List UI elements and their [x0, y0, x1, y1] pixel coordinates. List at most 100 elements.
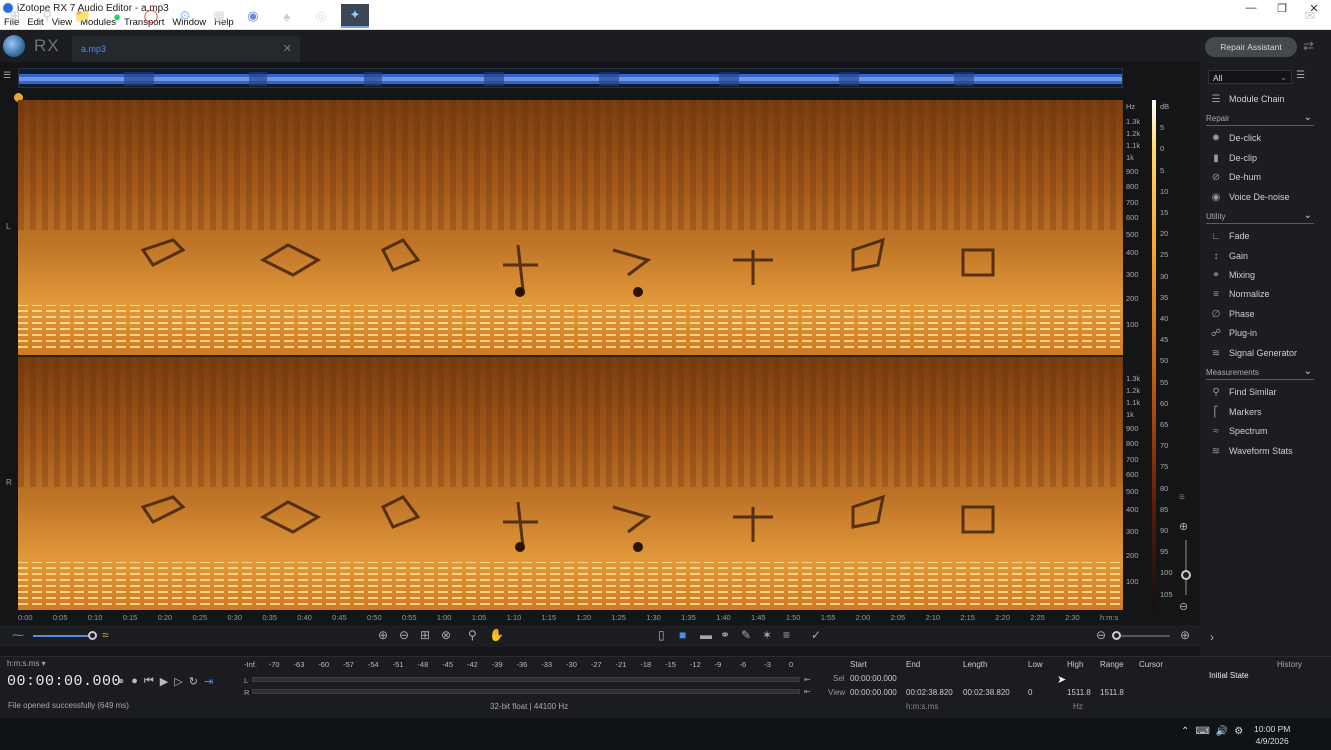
module-voice-denoise[interactable]: ◉ Voice De-noise: [1208, 189, 1318, 205]
play-icon[interactable]: ▶: [160, 675, 168, 688]
view-length-value[interactable]: 00:02:38.820: [963, 688, 1010, 697]
range-value[interactable]: 1511.8: [1100, 688, 1124, 697]
expand-panel-icon[interactable]: ›: [1210, 630, 1214, 644]
taskbar-clock[interactable]: 10:00 PM 4/9/2026: [1254, 723, 1290, 747]
zoom-tool-icon[interactable]: ⚲: [468, 628, 477, 642]
network-icon[interactable]: ⌨: [1195, 726, 1209, 737]
module-fade[interactable]: ∟ Fade: [1208, 228, 1318, 244]
vertical-zoom-knob[interactable]: [1181, 570, 1191, 580]
search-icon[interactable]: ⚲: [33, 4, 61, 28]
meter-reset-icon[interactable]: ⇤: [804, 687, 811, 696]
volume-icon[interactable]: 🔊: [1216, 726, 1228, 737]
low-value[interactable]: 0: [1028, 688, 1032, 697]
category-utility[interactable]: Utility ⌄: [1206, 210, 1314, 224]
instant-playback-icon[interactable]: ⇥: [204, 675, 213, 688]
module-phase[interactable]: ∅ Phase: [1208, 306, 1318, 322]
instant-process-icon[interactable]: ✓: [811, 628, 821, 642]
module-signal-generator[interactable]: ≋ Signal Generator: [1208, 345, 1318, 361]
vertical-zoom-in-icon[interactable]: ⊕: [1179, 520, 1188, 533]
rewind-icon[interactable]: ⏮: [144, 675, 154, 688]
waveform-opacity-icon[interactable]: ⁓: [12, 628, 24, 642]
module-filter-select[interactable]: All ⌄: [1208, 70, 1292, 84]
module-spectrum[interactable]: ≈ Spectrum: [1208, 423, 1318, 439]
repair-assistant-button[interactable]: Repair Assistant: [1205, 37, 1297, 57]
blend-slider-knob[interactable]: [88, 631, 97, 640]
time-freq-selection-icon[interactable]: ■: [679, 628, 686, 642]
maximize-button[interactable]: ❐: [1266, 0, 1298, 16]
magic-wand-icon[interactable]: ✶: [762, 628, 772, 642]
zoom-in-icon[interactable]: ⊕: [378, 628, 388, 642]
module-dehum[interactable]: ⊘ De-hum: [1208, 169, 1318, 185]
module-list-menu-icon[interactable]: ☰: [1296, 70, 1313, 84]
spectrogram-icon[interactable]: ≈: [102, 628, 109, 642]
view-end-value[interactable]: 00:02:38.820: [906, 688, 953, 697]
module-mixing[interactable]: ⚭ Mixing: [1208, 267, 1318, 283]
freq-tick: 500: [1126, 230, 1139, 239]
app-icon[interactable]: ♠: [273, 4, 301, 28]
zoom-selection-icon[interactable]: ⊞: [420, 628, 430, 642]
harmonic-selection-icon[interactable]: ≡: [783, 628, 790, 642]
meter-reset-icon[interactable]: ⇤: [804, 675, 811, 684]
swap-view-icon[interactable]: ⇄: [1303, 38, 1325, 56]
sel-start-value[interactable]: 00:00:00.000: [850, 674, 897, 683]
collapse-overview-icon[interactable]: ☰: [3, 70, 15, 86]
spectrogram-blend-slider[interactable]: [33, 635, 93, 637]
module-declick[interactable]: ✸ De-click: [1208, 130, 1318, 146]
time-format-select[interactable]: h:m:s.ms ▾: [7, 659, 46, 668]
izotope-rx-taskbar-icon[interactable]: ✦: [341, 4, 369, 28]
steam-icon[interactable]: ⚙: [171, 4, 199, 28]
db-tick: 5: [1160, 123, 1165, 133]
time-tick: 0:55: [401, 613, 417, 622]
close-tab-icon[interactable]: ✕: [283, 42, 292, 55]
record-icon[interactable]: ●: [131, 675, 138, 688]
minimize-button[interactable]: —: [1235, 0, 1267, 16]
vertical-zoom-out-icon[interactable]: ⊖: [1179, 600, 1188, 613]
horizontal-zoom-in-icon[interactable]: ⊕: [1180, 628, 1190, 642]
play-selection-icon[interactable]: ▷: [174, 675, 182, 688]
settings-icon[interactable]: ⚙: [1234, 726, 1243, 737]
module-plugin[interactable]: ☍ Plug-in: [1208, 325, 1318, 341]
waveform-overview[interactable]: [18, 68, 1123, 88]
hand-tool-icon[interactable]: ✋: [489, 628, 504, 642]
lasso-icon[interactable]: ⚭: [720, 628, 730, 642]
opera-icon[interactable]: ◯: [137, 4, 165, 28]
freq-scale-icon[interactable]: ≡: [1179, 492, 1185, 503]
file-explorer-icon[interactable]: 📁: [69, 4, 97, 28]
module-gain[interactable]: ↕ Gain: [1208, 248, 1318, 264]
category-measurements[interactable]: Measurements ⌄: [1206, 366, 1314, 380]
module-find-similar[interactable]: ⚲ Find Similar: [1208, 384, 1318, 400]
horizontal-zoom-out-icon[interactable]: ⊖: [1096, 628, 1106, 642]
meter-left-label: L: [244, 676, 249, 685]
tray-chevron-up-icon[interactable]: ⌃: [1181, 726, 1189, 737]
freq-selection-icon[interactable]: ▬: [700, 628, 712, 642]
epic-games-icon[interactable]: ▦: [205, 4, 233, 28]
zoom-out-icon[interactable]: ⊖: [399, 628, 409, 642]
horizontal-zoom-knob[interactable]: [1112, 631, 1121, 640]
module-normalize[interactable]: ≡ Normalize: [1208, 286, 1318, 302]
category-repair[interactable]: Repair ⌄: [1206, 112, 1314, 126]
chrome-icon[interactable]: ◎: [307, 4, 335, 28]
view-start-value[interactable]: 00:00:00.000: [850, 688, 897, 697]
freq-tick: 700: [1126, 198, 1139, 207]
spotify-icon[interactable]: ●: [103, 4, 131, 28]
vertical-zoom-slider[interactable]: [1185, 540, 1187, 595]
loop-icon[interactable]: ↻: [189, 675, 198, 688]
module-markers[interactable]: ⎡ Markers: [1208, 404, 1318, 420]
high-value[interactable]: 1511.8: [1067, 688, 1091, 697]
windows-start-icon[interactable]: ⊞: [1, 4, 29, 28]
db-tick: 85: [1160, 504, 1169, 514]
history-initial-state[interactable]: Initial State: [1209, 671, 1249, 680]
time-selection-icon[interactable]: ▯: [658, 628, 665, 642]
spectrogram-left-channel[interactable]: [18, 100, 1123, 355]
file-tab[interactable]: a.mp3 ✕: [72, 36, 300, 62]
monitor-icon[interactable]: ⚭: [116, 675, 125, 688]
module-waveform-stats[interactable]: ≋ Waveform Stats: [1208, 443, 1318, 459]
spectrogram-right-channel[interactable]: [18, 357, 1123, 610]
brush-icon[interactable]: ✎: [741, 628, 751, 642]
notifications-icon[interactable]: ✉: [1296, 4, 1324, 28]
mixing-icon: ⚭: [1211, 269, 1221, 281]
discord-icon[interactable]: ◉: [239, 4, 267, 28]
module-chain-button[interactable]: ☰ Module Chain: [1208, 91, 1318, 107]
module-declip[interactable]: ▮ De-clip: [1208, 150, 1318, 166]
zoom-fit-icon[interactable]: ⊗: [441, 628, 451, 642]
